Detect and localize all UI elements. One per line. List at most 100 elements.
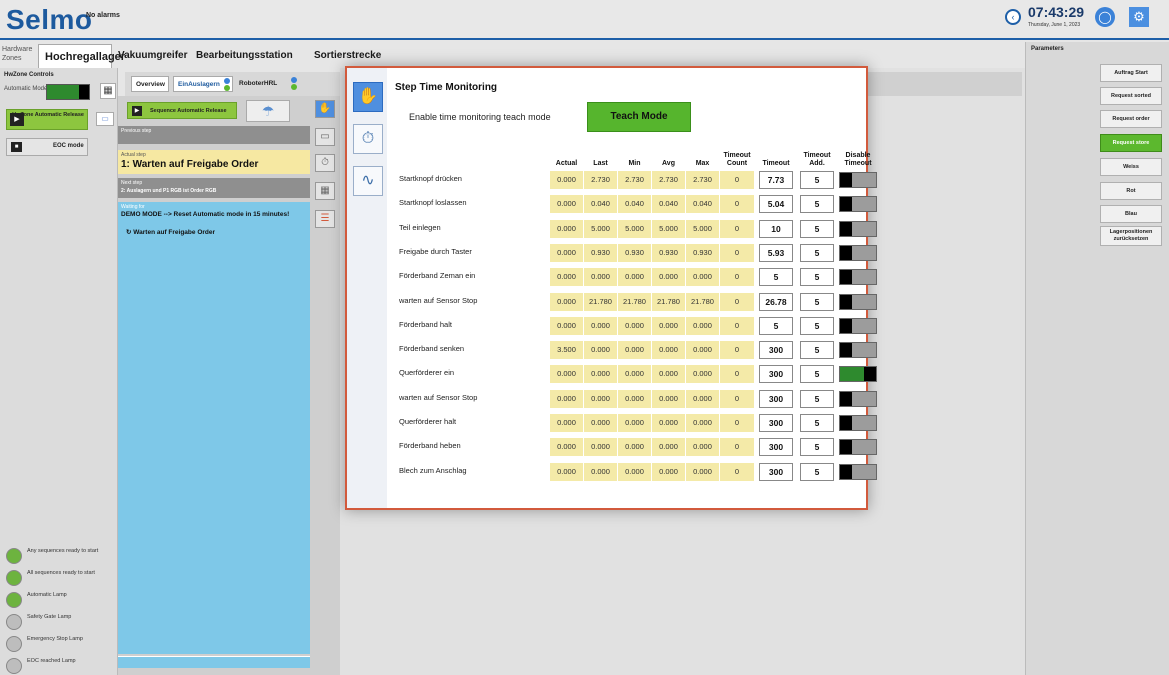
timeout-add-input[interactable]: 5 [800,341,834,360]
lamp-indicator [6,636,22,652]
disable-timeout-toggle[interactable] [839,196,877,213]
timeout-input[interactable]: 300 [759,389,793,408]
parameter-button[interactable]: Lagerpositionen zurücksetzen [1100,226,1162,246]
timeout-add-input[interactable]: 5 [800,219,834,238]
step-area: ▶ Sequence Automatic Release ☂ Previous … [118,96,340,675]
tab-overview[interactable]: Overview [131,76,169,92]
cell-avg: 2.730 [652,171,685,189]
disable-timeout-toggle[interactable] [839,317,877,334]
timeout-add-input[interactable]: 5 [800,292,834,311]
network-icon[interactable]: ☂ [246,100,290,122]
hwzone-controls-panel: HwZone Controls Automatic Mode ▦ ▶ HwZon… [0,68,118,675]
stopwatch-icon[interactable]: ⏱ [353,124,383,154]
gear-icon[interactable]: ⚙ [1129,7,1149,27]
monitor-icon[interactable]: ∿ [353,166,383,196]
clock-icon[interactable]: ‹ [1005,9,1021,25]
cell-min: 0.000 [618,389,651,408]
tab-roboterhrl[interactable]: RoboterHRL [235,76,299,92]
toggle-knob [840,197,852,212]
timeout-input[interactable]: 5.04 [759,195,793,214]
timeout-input[interactable]: 300 [759,462,793,481]
timeout-add-input[interactable]: 5 [800,414,834,432]
cell-last: 0.000 [584,268,617,287]
timeout-add-input[interactable]: 5 [800,438,834,457]
disable-timeout-toggle[interactable] [839,293,877,310]
disable-timeout-toggle[interactable] [839,244,877,261]
tab-label: Overview [136,81,165,88]
timeout-add-input[interactable]: 5 [800,316,834,335]
tree-icon[interactable]: ☰ [315,210,335,228]
lamp-label: Emergency Stop Lamp [27,636,83,642]
automatic-mode-toggle[interactable] [46,84,90,100]
parameter-button[interactable]: Request sorted [1100,87,1162,105]
timeout-add-input[interactable]: 5 [800,268,834,287]
disable-timeout-toggle[interactable] [839,220,877,237]
parameter-button[interactable]: Request order [1100,110,1162,128]
cell-max: 0.930 [686,243,719,262]
step-name: Förderband senken [399,344,465,354]
card-icon[interactable]: ▭ [96,112,114,126]
disable-timeout-toggle[interactable] [839,342,877,359]
timeout-add-input[interactable]: 5 [800,462,834,481]
card-icon[interactable]: ▭ [315,128,335,146]
teach-mode-button[interactable]: Teach Mode [587,102,691,132]
timeout-input[interactable]: 5.93 [759,243,793,262]
hand-icon[interactable]: ✋ [353,82,383,112]
toggle-knob [840,440,852,455]
stopwatch-icon[interactable]: ⏱ [315,154,335,172]
cell-avg: 0.040 [652,195,685,214]
globe-icon[interactable]: ◯ [1095,7,1115,27]
parameter-button[interactable]: Rot [1100,182,1162,200]
disable-timeout-toggle[interactable] [839,366,877,383]
column-header: Min [628,160,641,167]
cell-min: 2.730 [618,171,651,189]
toggle-knob [840,270,852,285]
hwzone-automatic-release-button[interactable]: ▶ HwZone Automatic Release [6,109,88,130]
timeout-input[interactable]: 5 [759,268,793,287]
parameter-button[interactable]: Weiss [1100,158,1162,176]
parameter-button[interactable]: Request store [1100,134,1162,152]
cell-actual: 0.000 [550,438,583,457]
timeout-input[interactable]: 5 [759,316,793,335]
timeout-add-input[interactable]: 5 [800,389,834,408]
disable-timeout-toggle[interactable] [839,269,877,286]
grid-icon[interactable]: ▦ [100,83,116,99]
disable-timeout-toggle[interactable] [839,390,877,407]
cell-max: 0.000 [686,389,719,408]
timeout-input[interactable]: 10 [759,219,793,238]
previous-step: Previous step [118,126,310,144]
timeout-input[interactable]: 7.73 [759,171,793,189]
cell-actual: 0.000 [550,219,583,238]
timeout-input[interactable]: 300 [759,341,793,360]
timeout-add-input[interactable]: 5 [800,243,834,262]
disable-timeout-toggle[interactable] [839,172,877,188]
parameter-button[interactable]: Auftrag Start [1100,64,1162,82]
parameter-button[interactable]: Blau [1100,205,1162,223]
zone-tab-hochregallager[interactable]: Hochregallager [38,44,125,68]
timeout-input[interactable]: 300 [759,414,793,432]
column-header: Timeout Add. [803,152,831,167]
sequence-automatic-release-button[interactable]: ▶ Sequence Automatic Release [127,102,237,119]
cell-count: 0 [720,365,754,384]
cell-max: 2.730 [686,171,719,189]
disable-timeout-toggle[interactable] [839,415,877,431]
zone-tab-sortierstrecke[interactable]: Sortierstrecke [308,44,392,68]
actual-step-caption: Actual step [121,152,146,158]
eoc-mode-button[interactable]: ■ EOC mode [6,138,88,156]
timeout-input[interactable]: 300 [759,365,793,384]
lamp-label: Safety Gate Lamp [27,614,72,620]
timeout-input[interactable]: 26.78 [759,292,793,311]
zone-tab-bearbeitungsstation[interactable]: Bearbeitungsstation [190,44,308,68]
timeout-add-input[interactable]: 5 [800,365,834,384]
alarm-status[interactable]: No alarms [86,12,120,19]
timeout-input[interactable]: 300 [759,438,793,457]
zone-tab-vakuumgreifer[interactable]: Vakuumgreifer [112,44,190,68]
hand-icon[interactable]: ✋ [315,100,335,118]
timeout-add-input[interactable]: 5 [800,195,834,214]
disable-timeout-toggle[interactable] [839,463,877,480]
disable-timeout-toggle[interactable] [839,439,877,456]
timeout-add-input[interactable]: 5 [800,171,834,189]
table-icon[interactable]: ▦ [315,182,335,200]
tab-einauslagern[interactable]: EinAuslagern [173,76,233,92]
cell-max: 0.000 [686,462,719,481]
